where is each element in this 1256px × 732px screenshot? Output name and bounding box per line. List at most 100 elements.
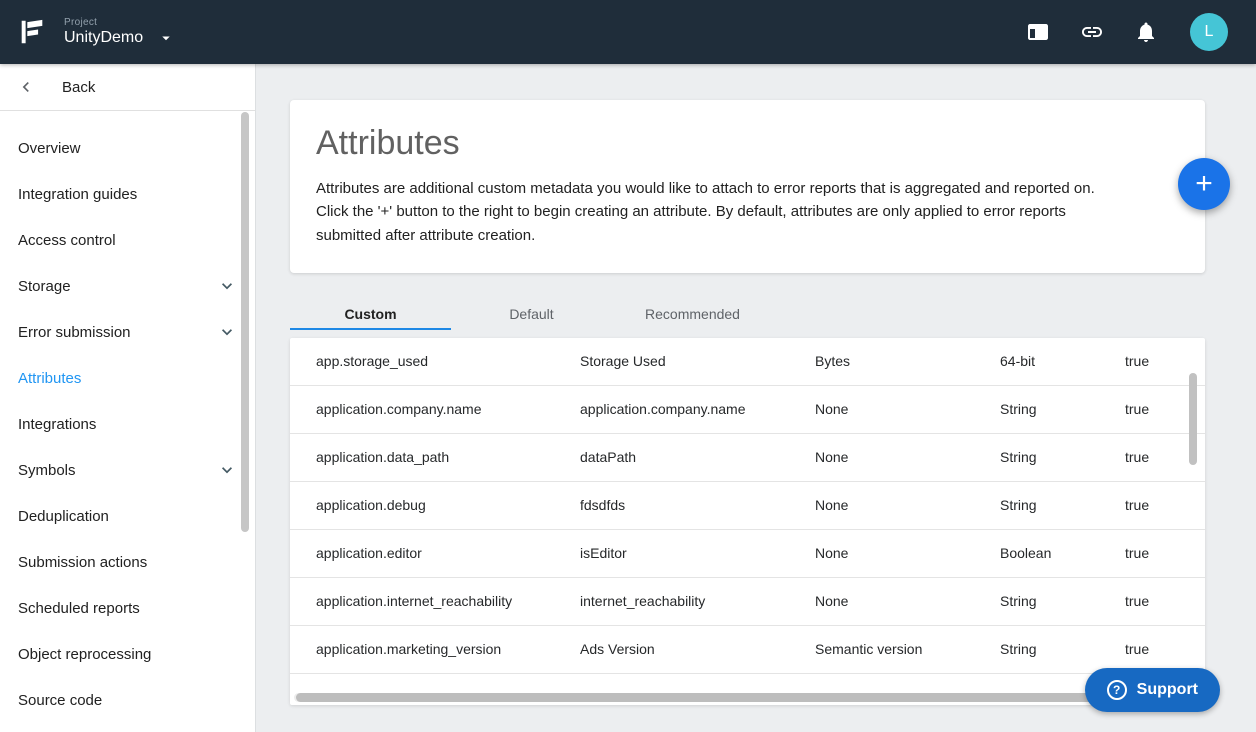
sidebar-item[interactable]: Integration guides bbox=[0, 171, 255, 217]
back-label: Back bbox=[62, 79, 95, 96]
tab-label: Custom bbox=[344, 306, 396, 322]
attributes-table-rows: app.storage_used Storage Used Bytes 64-b… bbox=[290, 338, 1205, 674]
topbar: Project UnityDemo L bbox=[0, 0, 1256, 64]
sidebar-item[interactable]: Submission actions bbox=[0, 539, 255, 585]
attribute-label-cell: isEditor bbox=[580, 545, 815, 561]
sidebar-item[interactable]: Access control bbox=[0, 217, 255, 263]
sidebar-item[interactable]: Overview bbox=[0, 125, 255, 171]
attribute-format-cell: Semantic version bbox=[815, 641, 1000, 657]
back-button[interactable]: Back bbox=[0, 64, 255, 111]
attribute-name-cell: application.company.name bbox=[316, 401, 580, 417]
table-row[interactable]: app.storage_used Storage Used Bytes 64-b… bbox=[290, 338, 1205, 386]
page-description: Attributes are additional custom metadat… bbox=[316, 177, 1115, 247]
sidebar-item-label: Overview bbox=[18, 140, 81, 157]
attribute-format-cell: None bbox=[815, 593, 1000, 609]
attribute-type-cell: String bbox=[1000, 401, 1125, 417]
topbar-actions: L bbox=[996, 13, 1228, 51]
sidebar-item-label: Scheduled reports bbox=[18, 600, 140, 617]
table-row[interactable]: application.company.name application.com… bbox=[290, 386, 1205, 434]
attribute-label-cell: Ads Version bbox=[580, 641, 815, 657]
table-horizontal-scrollbar-thumb[interactable] bbox=[296, 693, 1164, 702]
project-switcher[interactable]: Project UnityDemo bbox=[64, 17, 175, 47]
attribute-label-cell: fdsdfds bbox=[580, 497, 815, 513]
sidebar-item[interactable]: Deduplication bbox=[0, 493, 255, 539]
attribute-enabled-cell: true bbox=[1125, 497, 1205, 513]
chevron-left-icon bbox=[16, 77, 36, 97]
attribute-name-cell: application.data_path bbox=[316, 449, 580, 465]
attribute-format-cell: None bbox=[815, 497, 1000, 513]
project-label: Project bbox=[64, 17, 175, 28]
project-name: UnityDemo bbox=[64, 29, 143, 47]
sidebar-item-label: Source code bbox=[18, 692, 102, 709]
backtrace-logo[interactable] bbox=[14, 14, 50, 50]
table-vertical-scrollbar[interactable] bbox=[1189, 373, 1197, 465]
attribute-name-cell: app.storage_used bbox=[316, 353, 580, 369]
sidebar-item-label: Deduplication bbox=[18, 508, 109, 525]
sidebar-item[interactable]: Error submission bbox=[0, 309, 255, 355]
notifications-icon[interactable] bbox=[1134, 20, 1158, 44]
sidebar-item-label: Integrations bbox=[18, 416, 96, 433]
attribute-format-cell: None bbox=[815, 401, 1000, 417]
sidebar-scrollbar[interactable] bbox=[241, 112, 249, 532]
attribute-label-cell: dataPath bbox=[580, 449, 815, 465]
support-button[interactable]: ? Support bbox=[1085, 668, 1220, 712]
attribute-name-cell: application.editor bbox=[316, 545, 580, 561]
sidebar-item[interactable]: Source code bbox=[0, 677, 255, 723]
page-title: Attributes bbox=[316, 124, 1115, 163]
attributes-tabs: Custom Default Recommended bbox=[290, 300, 1205, 330]
attribute-type-cell: String bbox=[1000, 641, 1125, 657]
sidebar-item-label: Error submission bbox=[18, 324, 131, 341]
tab-label: Default bbox=[509, 306, 553, 322]
attribute-enabled-cell: true bbox=[1125, 641, 1205, 657]
table-row[interactable]: application.editor isEditor None Boolean… bbox=[290, 530, 1205, 578]
table-row[interactable]: application.internet_reachability intern… bbox=[290, 578, 1205, 626]
add-attribute-button[interactable]: + bbox=[1178, 158, 1230, 210]
sidebar-item[interactable]: Object reprocessing bbox=[0, 631, 255, 677]
sidebar-item-label: Symbols bbox=[18, 462, 76, 479]
tab[interactable]: Default bbox=[451, 300, 612, 330]
attribute-label-cell: application.company.name bbox=[580, 401, 815, 417]
sidebar-item[interactable]: Integrations bbox=[0, 401, 255, 447]
main-content: Attributes Attributes are additional cus… bbox=[256, 64, 1256, 732]
caret-down-icon bbox=[157, 29, 175, 47]
sidebar-item-label: Access control bbox=[18, 232, 116, 249]
sidebar-item[interactable]: Scheduled reports bbox=[0, 585, 255, 631]
attribute-type-cell: Boolean bbox=[1000, 545, 1125, 561]
attribute-format-cell: Bytes bbox=[815, 353, 1000, 369]
sidebar-item-label: Submission actions bbox=[18, 554, 147, 571]
chevron-down-icon bbox=[217, 322, 237, 342]
sidebar: Back Overview Integration guides Access … bbox=[0, 64, 256, 732]
sidebar-item-label: Integration guides bbox=[18, 186, 137, 203]
attribute-enabled-cell: true bbox=[1125, 593, 1205, 609]
support-label: Support bbox=[1137, 681, 1198, 699]
sidebar-item-label: Storage bbox=[18, 278, 71, 295]
attribute-label-cell: internet_reachability bbox=[580, 593, 815, 609]
attributes-intro-card: Attributes Attributes are additional cus… bbox=[290, 100, 1205, 273]
attribute-enabled-cell: true bbox=[1125, 545, 1205, 561]
table-row[interactable]: application.debug fdsdfds None String tr… bbox=[290, 482, 1205, 530]
attribute-enabled-cell: true bbox=[1125, 353, 1205, 369]
table-row[interactable]: application.data_path dataPath None Stri… bbox=[290, 434, 1205, 482]
sidebar-item[interactable]: Attributes bbox=[0, 355, 255, 401]
attribute-type-cell: String bbox=[1000, 449, 1125, 465]
attribute-name-cell: application.debug bbox=[316, 497, 580, 513]
table-horizontal-scrollbar[interactable] bbox=[294, 693, 1189, 702]
tab[interactable]: Custom bbox=[290, 300, 451, 330]
backtrace-logo-icon bbox=[17, 17, 47, 47]
attributes-table: app.storage_used Storage Used Bytes 64-b… bbox=[290, 338, 1205, 705]
attribute-type-cell: 64-bit bbox=[1000, 353, 1125, 369]
link-icon[interactable] bbox=[1080, 20, 1104, 44]
attribute-label-cell: Storage Used bbox=[580, 353, 815, 369]
tab[interactable]: Recommended bbox=[612, 300, 773, 330]
sidebar-item[interactable]: Storage bbox=[0, 263, 255, 309]
tab-label: Recommended bbox=[645, 306, 740, 322]
chevron-down-icon bbox=[217, 460, 237, 480]
dashboard-icon[interactable] bbox=[1026, 20, 1050, 44]
attribute-type-cell: String bbox=[1000, 497, 1125, 513]
sidebar-item-label: Attributes bbox=[18, 370, 81, 387]
attribute-format-cell: None bbox=[815, 449, 1000, 465]
sidebar-item[interactable]: Symbols bbox=[0, 447, 255, 493]
user-avatar[interactable]: L bbox=[1190, 13, 1228, 51]
attribute-format-cell: None bbox=[815, 545, 1000, 561]
table-row[interactable]: application.marketing_version Ads Versio… bbox=[290, 626, 1205, 674]
